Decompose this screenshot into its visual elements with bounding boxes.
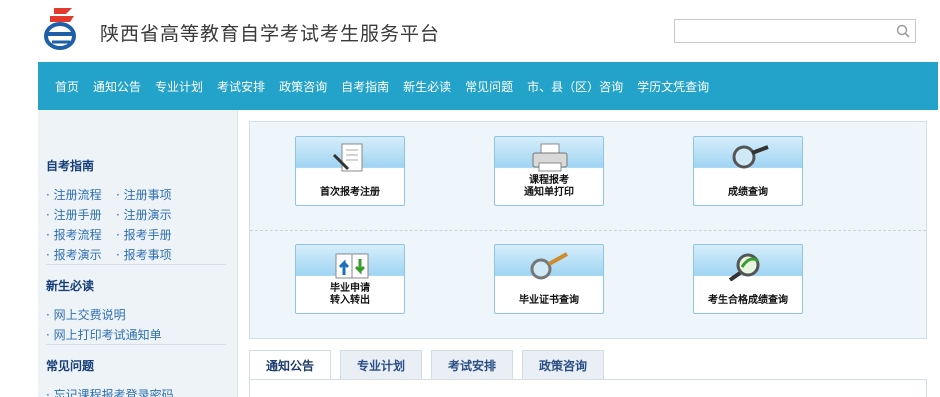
tile-diploma-query[interactable]: 毕业证书查询 xyxy=(494,244,604,314)
search-input[interactable] xyxy=(674,19,891,43)
tab-notices[interactable]: 通知公告 xyxy=(249,350,331,380)
panel-divider xyxy=(250,230,926,231)
main-nav: 首页 通知公告 专业计划 考试安排 政策咨询 自考指南 新生必读 常见问题 市、… xyxy=(38,62,938,110)
sidebar-link[interactable]: · 报考演示 xyxy=(46,246,116,263)
nav-item-major-plan[interactable]: 专业计划 xyxy=(155,78,203,95)
magnifier-icon xyxy=(530,252,568,280)
magnifier-arrow-icon xyxy=(728,253,760,281)
nav-item-diploma-query[interactable]: 学历文凭查询 xyxy=(637,78,709,95)
site-header: 陕西省高等教育自学考试考生服务平台 xyxy=(0,0,940,62)
sidebar-link[interactable]: · 报考手册 xyxy=(116,226,186,243)
sidebar-link[interactable]: · 网上交费说明 xyxy=(46,306,216,323)
sidebar-link[interactable]: · 网上打印考试通知单 xyxy=(46,326,216,343)
tile-label: 课程报考 通知单打印 xyxy=(524,175,574,198)
document-pen-icon xyxy=(332,143,363,172)
tile-qualified-score-query[interactable]: 考生合格成绩查询 xyxy=(693,244,803,314)
sidebar-link[interactable]: · 注册事项 xyxy=(116,186,186,203)
tab-exam-schedule[interactable]: 考试安排 xyxy=(431,350,513,380)
tile-score-query[interactable]: 成绩查询 xyxy=(693,136,803,206)
sidebar-link[interactable]: · 注册演示 xyxy=(116,206,186,223)
site-title: 陕西省高等教育自学考试考生服务平台 xyxy=(100,23,441,45)
tile-label: 成绩查询 xyxy=(728,187,768,198)
magnifier-icon xyxy=(732,145,769,169)
logo-icon[interactable] xyxy=(42,6,80,52)
sidebar-link-list: · 网上交费说明 · 网上打印考试通知单 xyxy=(46,304,226,345)
sidebar-link[interactable]: · 报考事项 xyxy=(116,246,186,263)
nav-item-notices[interactable]: 通知公告 xyxy=(93,78,141,95)
tile-label: 毕业申请 转入转出 xyxy=(330,283,370,306)
nav-item-new-students[interactable]: 新生必读 xyxy=(403,78,451,95)
nav-item-policy[interactable]: 政策咨询 xyxy=(279,78,327,95)
tile-label: 考生合格成绩查询 xyxy=(708,295,788,306)
printer-icon xyxy=(532,143,568,172)
tab-major-plan[interactable]: 专业计划 xyxy=(340,350,422,380)
transfer-docs-icon xyxy=(335,253,369,279)
nav-item-city-consult[interactable]: 市、县（区）咨询 xyxy=(527,78,623,95)
tile-label: 毕业证书查询 xyxy=(519,295,579,306)
search-icon xyxy=(896,24,910,38)
tab-content-area xyxy=(249,379,927,397)
sidebar-link[interactable]: · 注册流程 xyxy=(46,186,116,203)
nav-item-exam-schedule[interactable]: 考试安排 xyxy=(217,78,265,95)
sidebar-link[interactable]: · 注册手册 xyxy=(46,206,116,223)
quick-services-panel: 首次报考注册 课程报考 通知单打印 成绩查询 毕业申请 转入转出 毕业证书查询 … xyxy=(249,121,927,339)
sidebar: 自考指南 · 注册流程 · 注册事项 · 注册手册 · 注册演示 · 报考流程 … xyxy=(38,110,238,397)
tab-policy[interactable]: 政策咨询 xyxy=(522,350,604,380)
sidebar-section-title: 自考指南 xyxy=(46,159,95,173)
tile-graduation-transfer[interactable]: 毕业申请 转入转出 xyxy=(295,244,405,314)
tile-label: 首次报考注册 xyxy=(320,187,380,198)
tile-notice-print[interactable]: 课程报考 通知单打印 xyxy=(494,136,604,206)
sidebar-link[interactable]: · 报考流程 xyxy=(46,226,116,243)
tile-first-registration[interactable]: 首次报考注册 xyxy=(295,136,405,206)
nav-item-guide[interactable]: 自考指南 xyxy=(341,78,389,95)
sidebar-link[interactable]: · 忘记课程报考登录密码 xyxy=(46,386,216,397)
search-button[interactable] xyxy=(890,19,916,43)
sidebar-link-list: · 注册流程 · 注册事项 · 注册手册 · 注册演示 · 报考流程 · 报考手… xyxy=(46,184,226,265)
sidebar-section-title: 常见问题 xyxy=(46,359,95,373)
nav-item-home[interactable]: 首页 xyxy=(55,78,79,95)
sidebar-link-list: · 忘记课程报考登录密码 xyxy=(46,384,226,397)
sidebar-section-title: 新生必读 xyxy=(46,279,95,293)
nav-item-faq[interactable]: 常见问题 xyxy=(465,78,513,95)
